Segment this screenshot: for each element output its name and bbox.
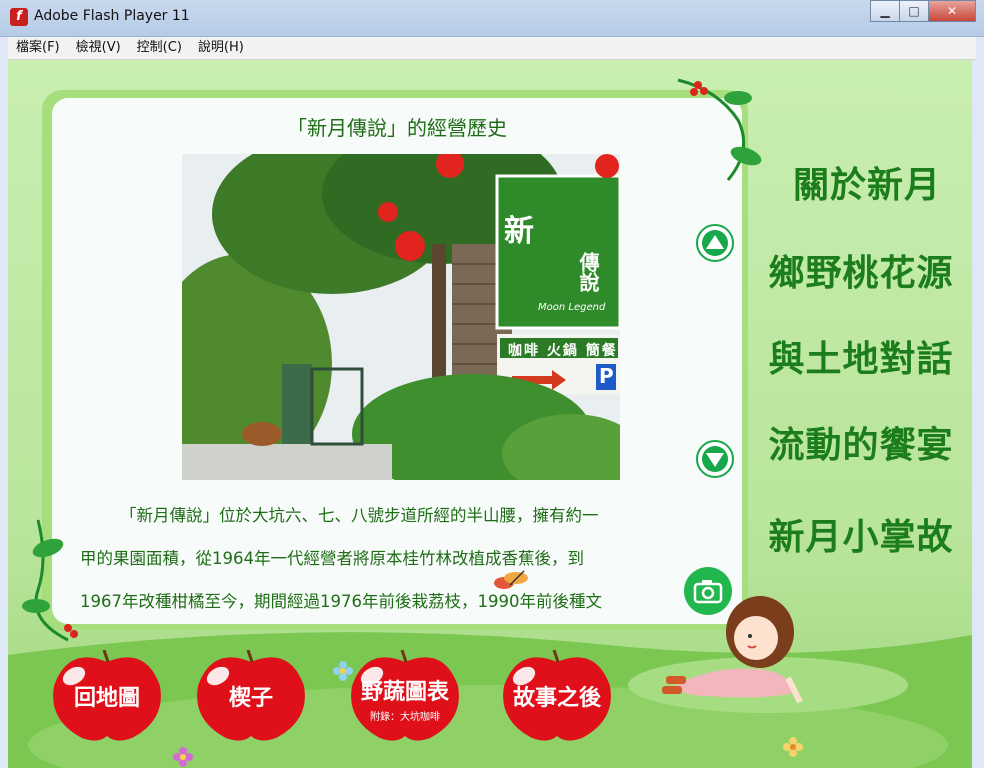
- menu-control[interactable]: 控制(C): [129, 37, 190, 59]
- nav-stories[interactable]: 新月小掌故: [756, 508, 966, 560]
- epilogue-button-label: 故事之後: [512, 686, 601, 711]
- vine-decoration-top: [677, 78, 762, 181]
- vegetable-chart-label: 野蔬圖表: [360, 680, 449, 705]
- triangle-up-icon: [702, 230, 728, 256]
- sign-name: 傳說: [576, 252, 600, 292]
- vine-decoration-left: [22, 519, 78, 642]
- girl-illustration: [662, 596, 803, 704]
- vegetable-chart-sublabel: 附錄：大坑咖啡: [370, 712, 440, 723]
- flower-icon: [333, 661, 353, 681]
- map-button-label: 回地圖: [73, 686, 140, 711]
- butterfly-icon: [494, 570, 528, 589]
- text-line: 1967年改種柑橘至今，期間經過1976年前後栽荔枝，1990年前後種文: [80, 592, 602, 611]
- nav-countryside[interactable]: 鄉野桃花源: [756, 244, 966, 296]
- sign-parking: P: [599, 364, 614, 388]
- flash-icon: f: [10, 8, 28, 26]
- flash-stage: 「新月傳說」的經營歷史 新 傳說 Moon Legend 咖啡 火鍋 簡餐 P …: [8, 60, 972, 768]
- minimize-button[interactable]: ▁: [870, 0, 900, 22]
- panel-title: 「新月傳說」的經營歷史: [287, 116, 507, 140]
- scroll-up-button[interactable]: [696, 224, 734, 262]
- vegetable-chart-button[interactable]: 野蔬圖表 附錄：大坑咖啡: [346, 649, 464, 742]
- menu-view[interactable]: 檢視(V): [68, 37, 129, 59]
- menu-file[interactable]: 檔案(F): [8, 37, 68, 59]
- scroll-down-button[interactable]: [696, 440, 734, 478]
- window-controls: ▁ □ ✕: [870, 0, 976, 24]
- map-button[interactable]: 回地圖: [48, 649, 166, 742]
- prologue-button[interactable]: 楔子: [192, 649, 310, 742]
- flower-icon: [173, 747, 193, 767]
- sign-big-char: 新: [504, 214, 534, 249]
- nav-about-moon[interactable]: 關於新月: [762, 156, 972, 208]
- nav-feast[interactable]: 流動的饗宴: [756, 416, 966, 468]
- maximize-button[interactable]: □: [899, 0, 929, 22]
- menu-help[interactable]: 說明(H): [190, 37, 252, 59]
- title-bar[interactable]: f Adobe Flash Player 11 ▁ □ ✕: [0, 0, 984, 37]
- epilogue-button[interactable]: 故事之後: [498, 649, 616, 742]
- text-line: 「新月傳說」位於大坑六、七、八號步道所經的半山腰，擁有約一: [120, 506, 599, 525]
- history-text: 「新月傳說」位於大坑六、七、八號步道所經的半山腰，擁有約一 甲的果園面積，從19…: [80, 494, 716, 623]
- nav-land-dialogue[interactable]: 與土地對話: [756, 330, 966, 382]
- triangle-down-icon: [702, 446, 728, 472]
- flower-icon: [783, 737, 803, 757]
- close-button[interactable]: ✕: [928, 0, 976, 22]
- text-line: 甲的果園面積，從1964年一代經營者將原本桂竹林改植成香蕉後，到: [80, 549, 584, 568]
- window-title: Adobe Flash Player 11: [34, 8, 190, 24]
- sign-subtitle: Moon Legend: [538, 302, 606, 313]
- restaurant-photo: 新 傳說 Moon Legend 咖啡 火鍋 簡餐 P: [182, 154, 620, 480]
- content-panel: 「新月傳說」的經營歷史 新 傳說 Moon Legend 咖啡 火鍋 簡餐 P …: [52, 98, 742, 624]
- menu-bar: 檔案(F) 檢視(V) 控制(C) 說明(H): [8, 37, 976, 60]
- prologue-button-label: 楔子: [228, 686, 273, 711]
- sign-menu-line: 咖啡 火鍋 簡餐: [508, 343, 618, 359]
